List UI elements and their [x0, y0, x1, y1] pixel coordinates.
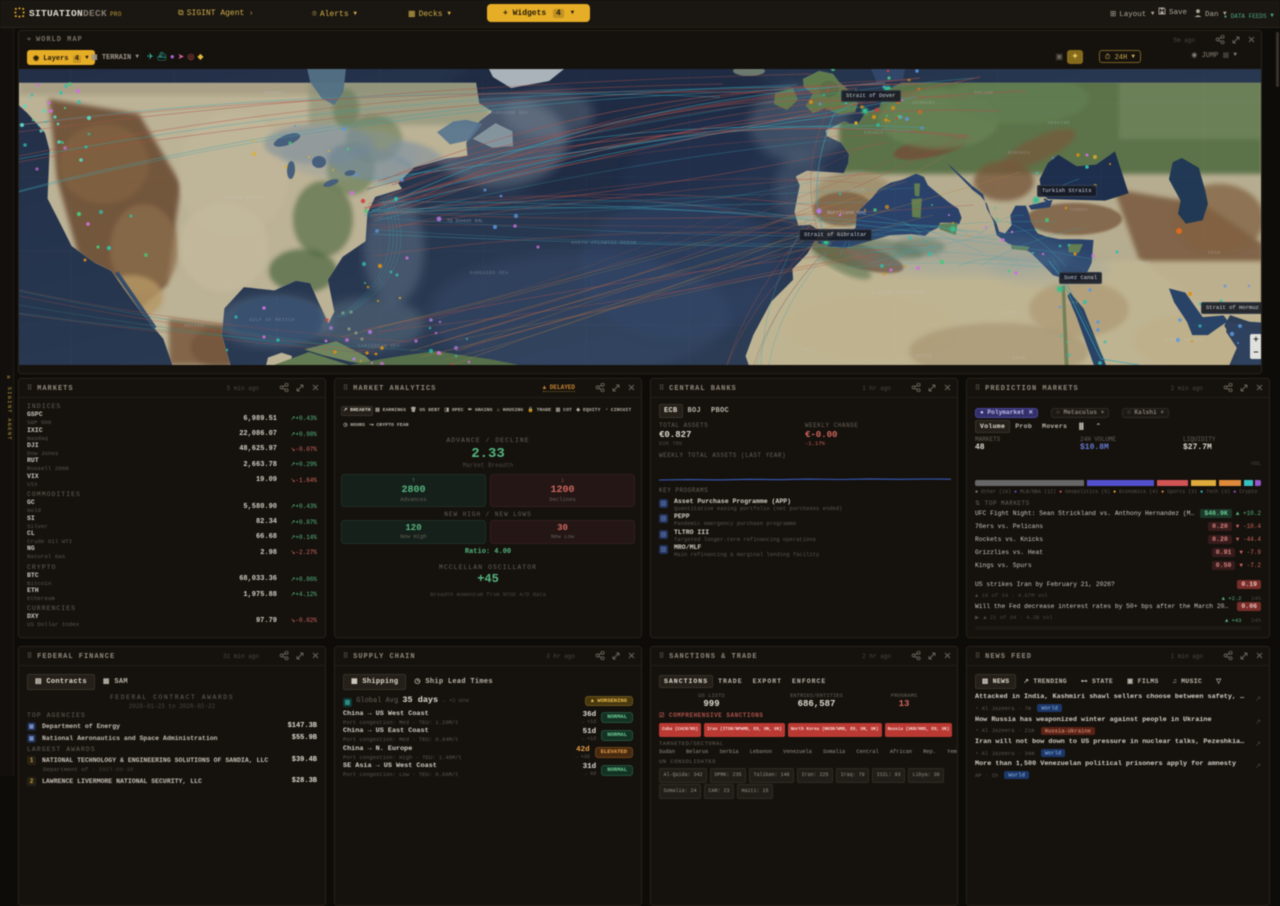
- svg-text:UKRAINE: UKRAINE: [1048, 120, 1071, 126]
- svg-text:Hurricane One: Hurricane One: [827, 210, 866, 216]
- svg-text:IRAQ: IRAQ: [1137, 260, 1150, 266]
- svg-text:NIGER: NIGER: [916, 353, 932, 359]
- svg-text:MEXICO: MEXICO: [184, 323, 204, 329]
- svg-text:CHAD: CHAD: [1012, 355, 1025, 361]
- svg-text:POLAND: POLAND: [974, 90, 994, 96]
- svg-text:ROMANIA: ROMANIA: [1008, 150, 1031, 156]
- svg-text:ALGERIA (ALGIERS): ALGERIA (ALGIERS): [871, 290, 926, 296]
- svg-text:SARGASSO SEA: SARGASSO SEA: [469, 270, 508, 276]
- svg-text:NORTH ATLANTIC OCEAN: NORTH ATLANTIC OCEAN: [571, 240, 636, 246]
- svg-text:GULF OF MEXICO: GULF OF MEXICO: [249, 317, 295, 323]
- svg-text:SAUDI ARABIA: SAUDI ARABIA: [1164, 337, 1203, 343]
- svg-text:GERMANY: GERMANY: [913, 100, 936, 106]
- svg-text:UNITED STATES: UNITED STATES: [223, 195, 265, 201]
- svg-text:CARIBBEAN SEA: CARIBBEAN SEA: [358, 343, 400, 349]
- svg-text:TS Invest 94L: TS Invest 94L: [447, 218, 483, 224]
- svg-text:LABRADOR SEA: LABRADOR SEA: [489, 110, 528, 116]
- svg-text:EGYPT: EGYPT: [1066, 300, 1082, 306]
- svg-text:MALI: MALI: [802, 347, 815, 353]
- svg-text:IRAN: IRAN: [1207, 250, 1220, 256]
- svg-text:FRANCE: FRANCE: [864, 130, 884, 136]
- svg-text:LIBYA: LIBYA: [1001, 310, 1017, 316]
- svg-text:CANADA: CANADA: [264, 90, 284, 96]
- svg-text:TURKEY: TURKEY: [1069, 207, 1089, 213]
- svg-text:SPAIN: SPAIN: [849, 187, 865, 193]
